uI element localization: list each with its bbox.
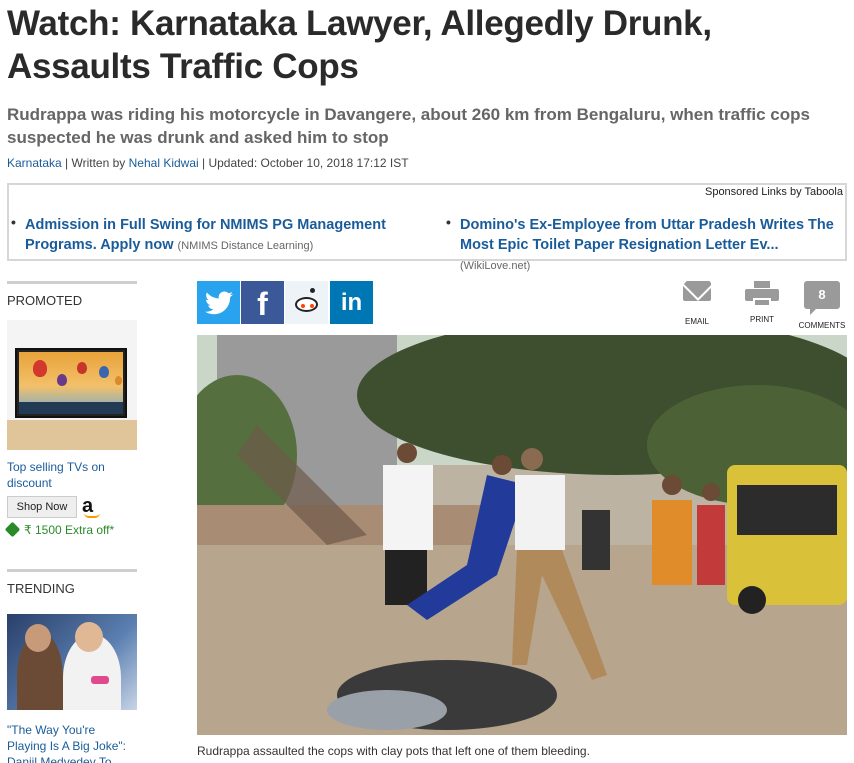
print-button[interactable]: PRINT (736, 281, 788, 324)
byline: Karnataka | Written by Nehal Kidwai | Up… (7, 156, 409, 170)
facebook-icon: f (257, 286, 268, 322)
bullet-icon: • (11, 214, 16, 230)
author-link[interactable]: Nehal Kidwai (129, 156, 199, 170)
email-button[interactable]: EMAIL (671, 281, 723, 326)
tv-icon (15, 348, 127, 418)
section-link[interactable]: Karnataka (7, 156, 62, 170)
updated-date: | Updated: October 10, 2018 17:12 IST (198, 156, 409, 170)
sponsored-item-source: (WikiLove.net) (460, 260, 531, 272)
sponsored-label[interactable]: Sponsored Links by Taboola (705, 186, 843, 198)
comments-label: COMMENTS (798, 321, 846, 330)
trending-heading: TRENDING (7, 569, 137, 596)
comment-bubble-icon: 8 (804, 281, 840, 315)
linkedin-icon: in (340, 289, 363, 316)
twitter-share-button[interactable] (197, 281, 240, 324)
tv-promo-image[interactable] (7, 320, 137, 450)
amazon-logo-icon: a (82, 496, 104, 518)
shop-now-button[interactable]: Shop Now (7, 496, 77, 518)
offer-label: ₹ 1500 Extra off* (24, 523, 115, 537)
article-subhead: Rudrappa was riding his motorcycle in Da… (7, 105, 810, 147)
promoted-heading: PROMOTED (7, 281, 137, 308)
sponsored-item-source: (NMIMS Distance Learning) (177, 240, 314, 252)
promo-link[interactable]: Top selling TVs on discount (7, 459, 137, 491)
linkedin-share-button[interactable]: in (330, 281, 373, 324)
photo-caption: Rudrappa assaulted the cops with clay po… (197, 744, 590, 758)
street-scene-image (197, 335, 847, 735)
printer-icon (745, 281, 779, 307)
article-headline: Watch: Karnataka Lawyer, Allegedly Drunk… (7, 4, 712, 86)
sponsored-item[interactable]: • Admission in Full Swing for NMIMS PG M… (11, 214, 410, 256)
twitter-icon (204, 291, 233, 315)
email-label: EMAIL (684, 317, 709, 326)
written-by-label: | Written by (61, 156, 129, 170)
tag-icon (4, 521, 21, 538)
print-label: PRINT (750, 315, 774, 324)
facebook-share-button[interactable]: f (241, 281, 284, 324)
envelope-icon (683, 281, 711, 301)
offer-text: ₹ 1500 Extra off* (4, 521, 115, 538)
trending-image[interactable] (7, 614, 137, 710)
sponsored-item-title[interactable]: Domino's Ex-Employee from Uttar Pradesh … (460, 217, 834, 253)
bullet-icon: • (446, 214, 451, 230)
reddit-share-button[interactable] (285, 281, 328, 324)
trending-link[interactable]: "The Way You're Playing Is A Big Joke": … (7, 722, 137, 763)
article-photo[interactable] (197, 335, 847, 735)
sponsored-links-box: Sponsored Links by Taboola • Admission i… (7, 183, 847, 272)
comments-button[interactable]: 8 COMMENTS (796, 281, 848, 330)
sponsored-item[interactable]: • Domino's Ex-Employee from Uttar Prades… (446, 214, 845, 276)
comments-count: 8 (818, 287, 826, 302)
